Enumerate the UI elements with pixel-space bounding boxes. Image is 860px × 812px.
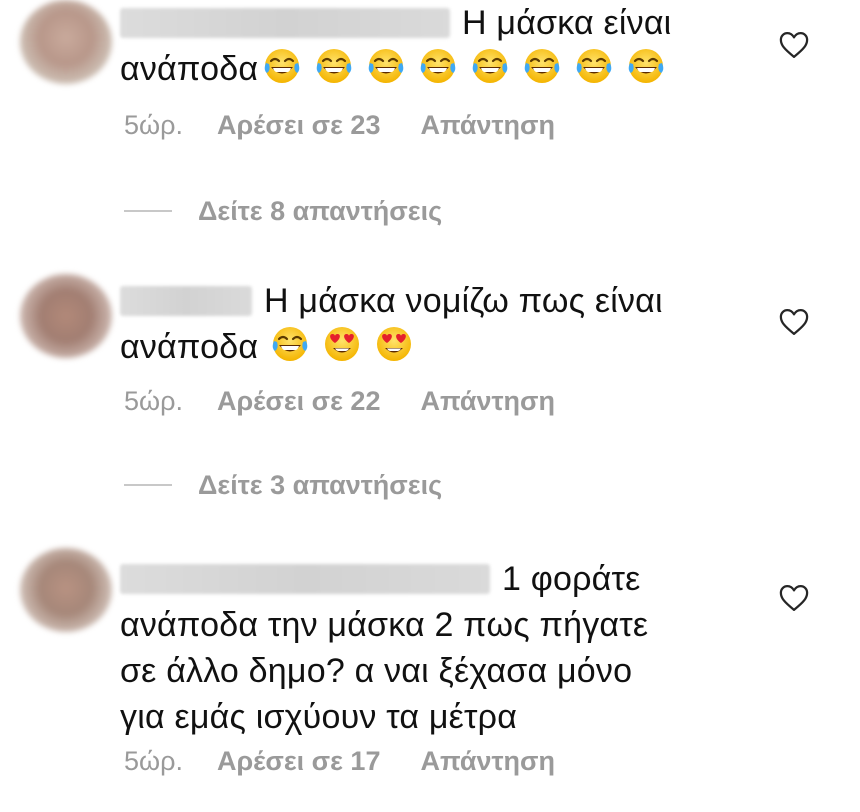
heart-eyes-emoji-icon xyxy=(322,324,362,364)
face-with-tears-of-joy-emoji-icon xyxy=(626,46,666,86)
comment-time: 5ώρ. xyxy=(124,110,183,140)
avatar[interactable] xyxy=(20,274,112,358)
like-heart-icon[interactable] xyxy=(779,308,809,336)
comment-text-line2: ανάποδα xyxy=(120,328,259,366)
face-with-tears-of-joy-emoji-icon xyxy=(262,46,302,86)
comment-meta: 5ώρ. Αρέσει σε 23 Απάντηση xyxy=(124,110,555,141)
comment-time: 5ώρ. xyxy=(124,746,183,776)
likes-count-link[interactable]: Αρέσει σε 23 xyxy=(217,110,381,140)
replies-divider-line xyxy=(124,210,172,212)
avatar[interactable] xyxy=(20,548,112,632)
comment-text-line1: Η μάσκα είναι xyxy=(462,4,672,42)
comment-text-line4: για εμάς ισχύουν τα μέτρα xyxy=(120,698,518,736)
view-replies-button[interactable]: Δείτε 8 απαντήσεις xyxy=(124,196,442,227)
face-with-tears-of-joy-emoji-icon xyxy=(574,46,614,86)
replies-divider-line xyxy=(124,484,172,486)
comment-text: Η μάσκα είναι ανάποδα xyxy=(120,0,760,92)
reply-button[interactable]: Απάντηση xyxy=(420,110,555,140)
comment-meta: 5ώρ. Αρέσει σε 22 Απάντηση xyxy=(124,386,555,417)
reply-button[interactable]: Απάντηση xyxy=(420,746,555,776)
comment-time: 5ώρ. xyxy=(124,386,183,416)
heart-eyes-emoji-icon xyxy=(374,324,414,364)
comment-text-line1: 1 φοράτε xyxy=(502,560,641,598)
comment-text: Η μάσκα νομίζω πως είναι ανάποδα xyxy=(120,278,760,370)
comment-text-line2: ανάποδα την μάσκα 2 πως πήγατε xyxy=(120,606,649,644)
comment-text-line2: ανάποδα xyxy=(120,50,259,88)
face-with-tears-of-joy-emoji-icon xyxy=(470,46,510,86)
view-replies-label: Δείτε 8 απαντήσεις xyxy=(198,196,443,226)
like-heart-icon[interactable] xyxy=(779,31,809,59)
reply-button[interactable]: Απάντηση xyxy=(420,386,555,416)
view-replies-button[interactable]: Δείτε 3 απαντήσεις xyxy=(124,470,442,501)
comment-text-line3: σε άλλο δημο? α ναι ξέχασα μόνο xyxy=(120,652,633,690)
username-redacted[interactable] xyxy=(120,8,450,38)
face-with-tears-of-joy-emoji-icon xyxy=(314,46,354,86)
likes-count-link[interactable]: Αρέσει σε 22 xyxy=(217,386,381,416)
username-redacted[interactable] xyxy=(120,286,252,316)
emoji-row xyxy=(270,327,426,366)
face-with-tears-of-joy-emoji-icon xyxy=(366,46,406,86)
comment-text-line1: Η μάσκα νομίζω πως είναι xyxy=(264,282,663,320)
like-heart-icon[interactable] xyxy=(779,584,809,612)
face-with-tears-of-joy-emoji-icon xyxy=(418,46,458,86)
comment-text: 1 φοράτε ανάποδα την μάσκα 2 πως πήγατε … xyxy=(120,556,760,740)
face-with-tears-of-joy-emoji-icon xyxy=(270,324,310,364)
comment-meta: 5ώρ. Αρέσει σε 17 Απάντηση xyxy=(124,746,555,777)
avatar[interactable] xyxy=(20,0,112,84)
face-with-tears-of-joy-emoji-icon xyxy=(522,46,562,86)
likes-count-link[interactable]: Αρέσει σε 17 xyxy=(217,746,381,776)
view-replies-label: Δείτε 3 απαντήσεις xyxy=(198,470,443,500)
emoji-row xyxy=(258,49,678,88)
username-redacted[interactable] xyxy=(120,564,490,594)
